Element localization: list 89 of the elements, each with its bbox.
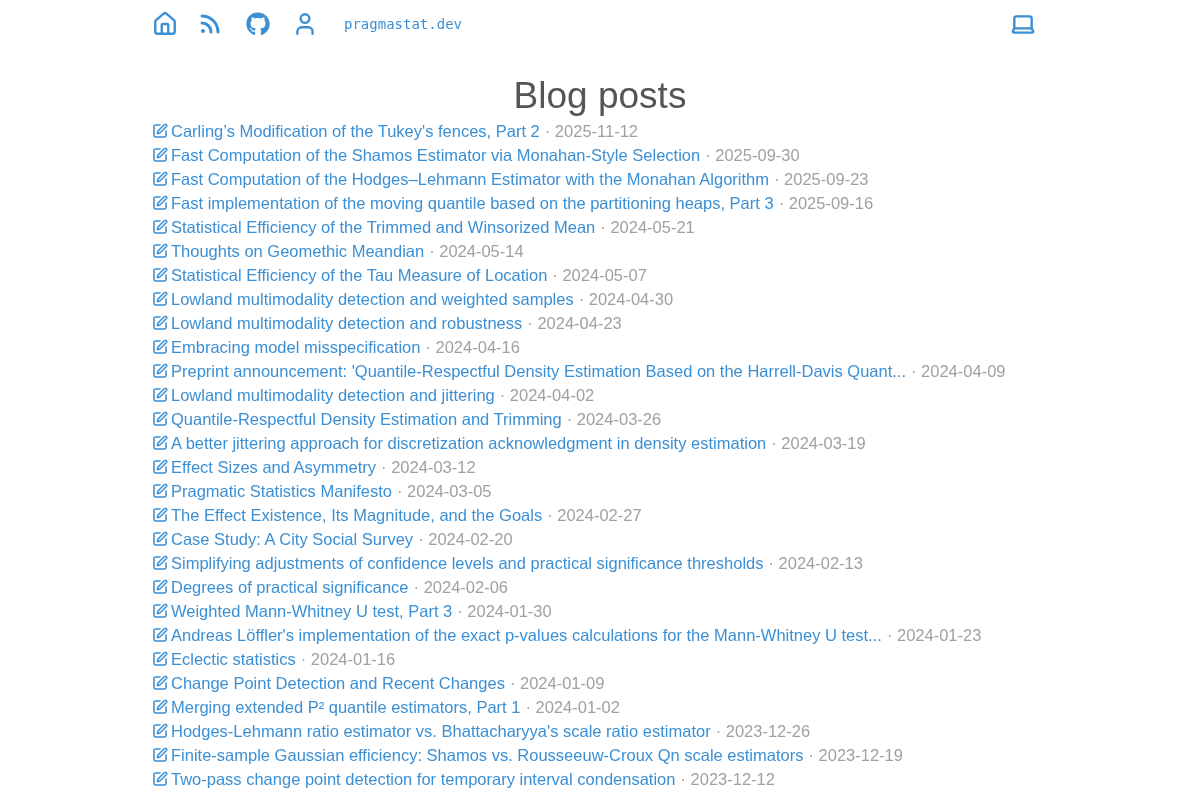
post-date: · 2024-03-05 <box>397 480 492 502</box>
edit-icon <box>152 579 168 595</box>
post-date: · 2024-01-30 <box>457 600 552 622</box>
post-date: · 2024-03-12 <box>381 456 476 478</box>
edit-icon <box>152 267 168 283</box>
post-date: · 2023-12-12 <box>680 768 775 790</box>
edit-icon <box>152 411 168 427</box>
post-link[interactable]: Carling’s Modification of the Tukey's fences, Part 2 <box>171 118 540 144</box>
edit-icon <box>152 315 168 331</box>
post-link[interactable]: Hodges-Lehmann ratio estimator vs. Bhattacharyya's scale ratio estimator <box>171 718 711 744</box>
post-link[interactable]: Pragmatic Statistics Manifesto <box>171 478 392 504</box>
post-link[interactable]: Simplifying adjustments of confidence levels and practical significance thresholds <box>171 550 764 576</box>
post-date: · 2024-01-16 <box>300 648 396 670</box>
post-link[interactable]: Preprint announcement: 'Quantile-Respectful Density Estimation Based on the Harrell-Davis Quant... <box>171 358 906 384</box>
post-date: · 2024-02-06 <box>413 576 509 598</box>
post-date: · 2025-09-16 <box>778 192 874 214</box>
post-link[interactable]: Fast Computation of the Shamos Estimator via Monahan-Style Selection <box>171 142 701 168</box>
github-icon[interactable] <box>246 12 270 36</box>
post-date: · 2024-01-09 <box>509 672 605 694</box>
edit-icon <box>152 243 168 259</box>
post-date: · 2025-09-23 <box>774 168 869 190</box>
post-link[interactable]: Effect Sizes and Asymmetry <box>171 454 377 480</box>
edit-icon <box>152 603 168 619</box>
post-date: · 2024-01-23 <box>886 624 982 646</box>
edit-icon <box>152 483 168 499</box>
post-date: · 2024-04-16 <box>425 336 520 358</box>
edit-icon <box>152 387 168 403</box>
post-link[interactable]: Merging extended P² quantile estimators, Part 1 <box>171 694 521 720</box>
edit-icon <box>152 459 168 475</box>
post-link[interactable]: Embracing model misspecification <box>171 334 421 360</box>
post-date: · 2024-03-26 <box>566 408 662 430</box>
post-date: · 2024-04-23 <box>527 312 622 334</box>
post-link[interactable]: Weighted Mann-Whitney U test, Part 3 <box>171 598 453 624</box>
site-link[interactable]: pragmastat.dev <box>344 13 462 35</box>
home-icon[interactable] <box>152 11 178 37</box>
page-title: Blog posts <box>512 74 688 118</box>
edit-icon <box>152 699 168 715</box>
edit-icon <box>152 531 168 547</box>
post-link[interactable]: Fast Computation of the Hodges–Lehmann Estimator with the Monahan Algorithm <box>171 166 769 192</box>
post-date: · 2024-03-19 <box>771 432 866 454</box>
post-link[interactable]: Eclectic statistics <box>171 646 296 672</box>
post-date: · 2023-12-19 <box>808 744 903 766</box>
post-date: · 2024-04-09 <box>911 360 1006 382</box>
post-date: · 2024-02-27 <box>547 504 642 526</box>
edit-icon <box>152 627 168 643</box>
post-date: · 2024-05-07 <box>552 264 647 286</box>
edit-icon <box>152 771 168 787</box>
post-link[interactable]: Lowland multimodality detection and weighted samples <box>171 286 574 312</box>
post-link[interactable]: Quantile-Respectful Density Estimation and Trimming <box>171 406 562 432</box>
post-link[interactable]: Lowland multimodality detection and robustness <box>171 310 523 336</box>
edit-icon <box>152 195 168 211</box>
post-date: · 2024-04-30 <box>578 288 674 310</box>
edit-icon <box>152 219 168 235</box>
post-date: · 2024-05-21 <box>600 216 695 238</box>
post-link[interactable]: Fast implementation of the moving quantile based on the partitioning heaps, Part 3 <box>171 190 774 216</box>
edit-icon <box>152 435 168 451</box>
edit-icon <box>152 507 168 523</box>
post-link[interactable]: The Effect Existence, Its Magnitude, and the Goals <box>171 502 543 528</box>
post-date: · 2023-12-26 <box>715 720 811 742</box>
post-link[interactable]: Change Point Detection and Recent Changes <box>171 670 505 696</box>
post-date: · 2024-01-02 <box>525 696 620 718</box>
post-date: · 2024-02-20 <box>418 528 513 550</box>
post-link[interactable]: Degrees of practical significance <box>171 574 409 600</box>
post-link[interactable]: Two-pass change point detection for temporary interval condensation <box>171 766 676 792</box>
post-date: · 2024-04-02 <box>499 384 595 406</box>
edit-icon <box>152 651 168 667</box>
post-date: · 2025-11-12 <box>544 120 639 142</box>
post-date: · 2024-02-13 <box>768 552 863 574</box>
edit-icon <box>152 291 168 307</box>
post-link[interactable]: Statistical Efficiency of the Trimmed and Winsorized Mean <box>171 214 596 240</box>
edit-icon <box>152 723 168 739</box>
post-date: · 2025-09-30 <box>705 144 800 166</box>
post-link[interactable]: Andreas Löffler's implementation of the exact p-values calculations for the Mann-Whitney U test... <box>171 622 882 648</box>
rss-icon[interactable] <box>198 12 222 36</box>
post-link[interactable]: Finite-sample Gaussian efficiency: Shamos vs. Rousseeuw-Croux Qn scale estimators <box>171 742 804 768</box>
edit-icon <box>152 147 168 163</box>
post-link[interactable]: A better jittering approach for discretization acknowledgment in density estimation <box>171 430 767 456</box>
edit-icon <box>152 363 168 379</box>
post-link[interactable]: Lowland multimodality detection and jittering <box>171 382 495 408</box>
post-link[interactable]: Thoughts on Geomethic Meandian <box>171 238 425 264</box>
post-date: · 2024-05-14 <box>429 240 524 262</box>
edit-icon <box>152 747 168 763</box>
post-link[interactable]: Case Study: A City Social Survey <box>171 526 414 552</box>
post-link[interactable]: Statistical Efficiency of the Tau Measure of Location <box>171 262 548 288</box>
edit-icon <box>152 339 168 355</box>
edit-icon <box>152 675 168 691</box>
edit-icon <box>152 123 168 139</box>
edit-icon <box>152 555 168 571</box>
edit-icon <box>152 171 168 187</box>
